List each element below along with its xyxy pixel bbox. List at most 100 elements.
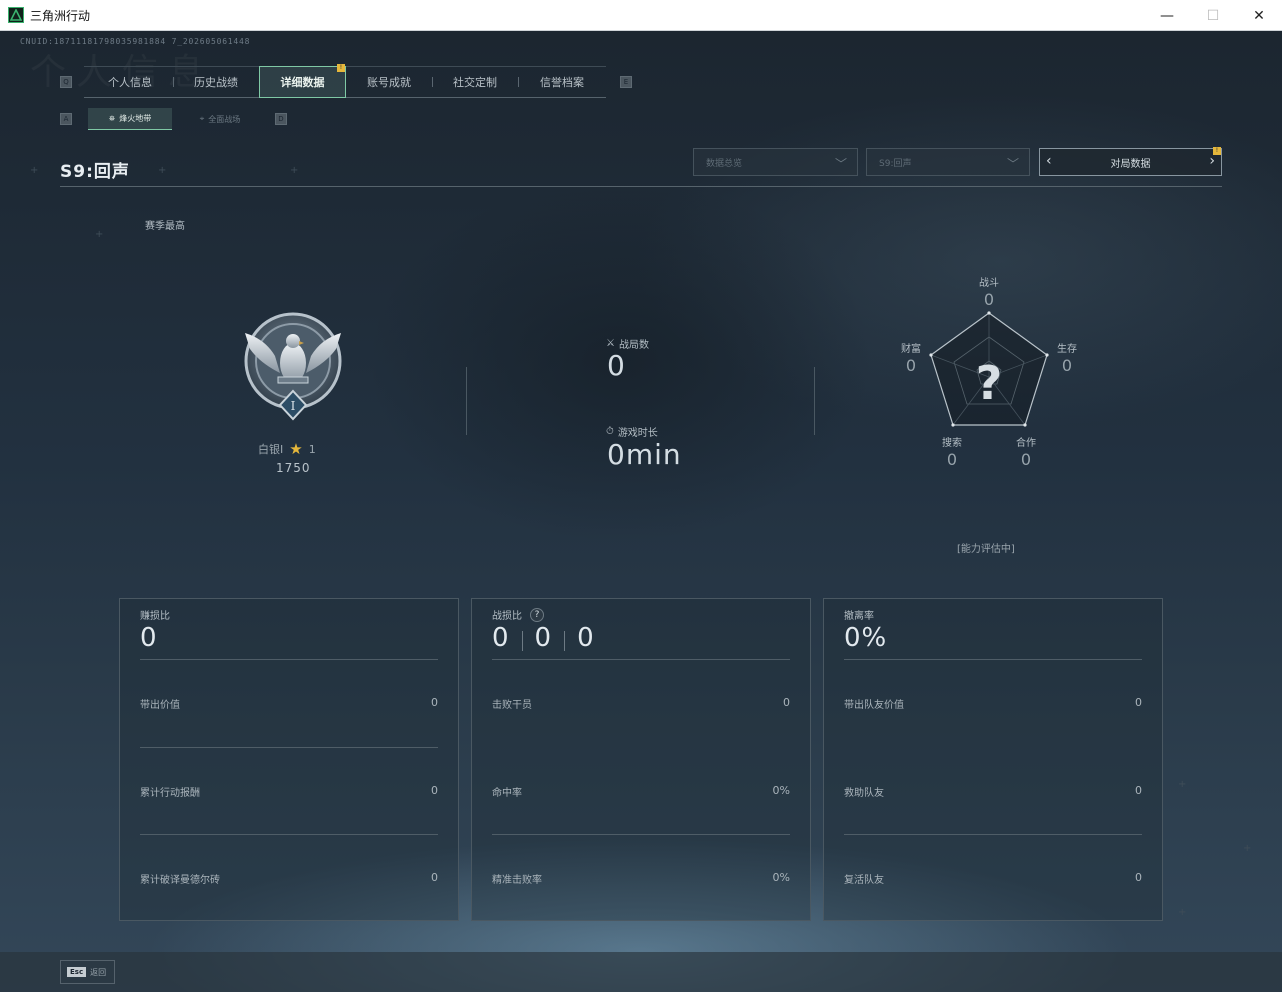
- subtab-label: 全面战场: [208, 114, 241, 124]
- chevron-down-icon: ﹀: [834, 157, 847, 171]
- stat-row-label: 带出价值: [140, 700, 180, 711]
- crosshair-mark-icon: +: [158, 165, 167, 176]
- radar-status: [能力评估中]: [957, 544, 1015, 555]
- subtab-battlefield[interactable]: ⌖ 全面战场: [174, 108, 266, 130]
- panel-main-value: 0: [534, 623, 553, 653]
- back-button[interactable]: Esc 返回: [60, 960, 115, 984]
- subtab-hazard-ops[interactable]: ⛯ 烽火地带: [88, 108, 172, 130]
- stat-row-value: 0: [1135, 696, 1142, 709]
- stat-row-label: 累计行动报酬: [140, 788, 200, 799]
- rank-emblem-icon: I: [244, 312, 342, 421]
- star-icon: ★: [289, 440, 303, 458]
- crosshair-mark-icon: +: [290, 165, 299, 176]
- new-badge: !: [1213, 147, 1221, 155]
- tab-next-key[interactable]: E: [620, 76, 632, 88]
- radar-label-wealth: 财富: [901, 344, 921, 355]
- tab-reputation[interactable]: 信誉档案: [519, 66, 605, 98]
- season-title: S9:回声: [60, 162, 130, 182]
- tab-match-history[interactable]: 历史战绩: [174, 66, 258, 98]
- crosshair-icon: ⌖: [199, 114, 205, 123]
- panel-extract-rate: 撤离率 0% 带出队友价值 0 救助队友 0 复活队友 0: [823, 598, 1163, 921]
- minimize-button[interactable]: —: [1144, 0, 1190, 31]
- stat-row-value: 0: [1135, 784, 1142, 797]
- subtab-label: 烽火地带: [119, 114, 152, 123]
- radar-unknown-mark: ?: [976, 356, 1003, 410]
- panel-divider: [140, 659, 438, 660]
- stat-row-label: 带出队友价值: [844, 700, 904, 711]
- chevron-right-icon[interactable]: ›: [1209, 153, 1215, 169]
- panel-main-value: 0%: [844, 623, 888, 653]
- radar-label-search: 搜索: [942, 438, 962, 449]
- panel-title: 赚损比: [140, 611, 170, 622]
- stat-row-value: 0%: [772, 871, 790, 884]
- beacon-icon: ⛯: [108, 113, 116, 123]
- ability-radar-chart: ?: [929, 311, 1049, 427]
- stat-row-value: 0%: [772, 784, 790, 797]
- help-icon[interactable]: ?: [530, 607, 544, 622]
- match-data-label: 对局数据: [1110, 158, 1151, 170]
- dropdown-value: 数据总览: [706, 158, 743, 169]
- vertical-divider: [466, 367, 467, 435]
- playtime-value: 0min: [607, 438, 682, 471]
- panel-main-value: 0: [577, 623, 595, 653]
- crosshair-mark-icon: +: [1178, 907, 1187, 918]
- panel-title: 战损比: [492, 611, 522, 622]
- rank-name: 白银I ★ 1: [258, 440, 316, 458]
- crosshair-mark-icon: +: [1178, 779, 1187, 790]
- panel-profit-ratio: 赚损比 0 带出价值 0 累计行动报酬 0 累计破译曼德尔砖 0: [119, 598, 459, 921]
- stat-row-label: 命中率: [492, 788, 522, 799]
- close-button[interactable]: ✕: [1236, 0, 1282, 31]
- tab-detailed-data[interactable]: 详细数据: [259, 66, 346, 98]
- rank-score: 1750: [276, 461, 311, 475]
- panel-divider: [140, 834, 438, 835]
- window-titlebar: 三角洲行动 — ☐ ✕: [0, 0, 1282, 31]
- crossed-swords-icon: ⚔: [606, 338, 615, 349]
- panel-kd-ratio: 战损比 ? 0 0 0 击败干员 0 命中率 0% 精准击败率 0%: [471, 598, 811, 921]
- panel-title: 撤离率: [844, 611, 874, 622]
- match-data-button[interactable]: ‹ 对局数据 ›: [1039, 148, 1222, 176]
- tab-achievements[interactable]: 账号成就: [347, 66, 431, 98]
- stat-row-label: 救助队友: [844, 788, 884, 799]
- rank-numeral: I: [291, 399, 296, 413]
- panel-divider: [140, 747, 438, 748]
- tab-personal-info[interactable]: 个人信息: [88, 66, 172, 98]
- panel-divider: [844, 659, 1142, 660]
- stat-row-value: 0: [431, 784, 438, 797]
- tab-social[interactable]: 社交定制: [433, 66, 517, 98]
- dropdown-value: S9:回声: [879, 158, 912, 169]
- radar-value-survival: 0: [1061, 356, 1073, 375]
- subtab-next-key[interactable]: D: [275, 113, 287, 125]
- game-window: 个人信息 CNUID:18711181798035981884 7_202605…: [0, 31, 1282, 992]
- rank-stars: 1: [308, 442, 316, 456]
- esc-keycap: Esc: [67, 967, 87, 977]
- rank-tier: 白银I: [258, 443, 284, 456]
- player-uid: CNUID:18711181798035981884 7_20260506144…: [20, 37, 251, 46]
- season-dropdown[interactable]: S9:回声 ﹀: [866, 148, 1030, 176]
- matches-value: 0: [607, 349, 626, 382]
- tab-prev-key[interactable]: Q: [60, 76, 72, 88]
- radar-label-combat: 战斗: [979, 278, 999, 289]
- stat-row-value: 0: [1135, 871, 1142, 884]
- value-divider: [564, 631, 566, 651]
- radar-value-search: 0: [946, 450, 958, 469]
- new-badge: !: [337, 64, 345, 72]
- back-label: 返回: [90, 967, 107, 977]
- stat-row-label: 复活队友: [844, 875, 884, 886]
- panel-main-value: 0: [140, 623, 158, 653]
- data-scope-dropdown[interactable]: 数据总览 ﹀: [693, 148, 858, 176]
- value-divider: [521, 631, 523, 651]
- chevron-left-icon[interactable]: ‹: [1046, 153, 1052, 169]
- stopwatch-icon: ⏱: [606, 426, 614, 437]
- season-best-label: 赛季最高: [145, 221, 185, 232]
- radar-value-coop: 0: [1020, 450, 1032, 469]
- subtab-prev-key[interactable]: A: [60, 113, 72, 125]
- vertical-divider: [814, 367, 815, 435]
- crosshair-mark-icon: +: [95, 229, 104, 240]
- radar-value-combat: 0: [983, 290, 995, 309]
- stat-row-label: 精准击败率: [492, 875, 542, 886]
- panel-divider: [492, 659, 790, 660]
- stat-row-value: 0: [783, 696, 790, 709]
- radar-label-survival: 生存: [1057, 344, 1077, 355]
- window-title: 三角洲行动: [30, 8, 91, 23]
- maximize-button[interactable]: ☐: [1190, 0, 1236, 31]
